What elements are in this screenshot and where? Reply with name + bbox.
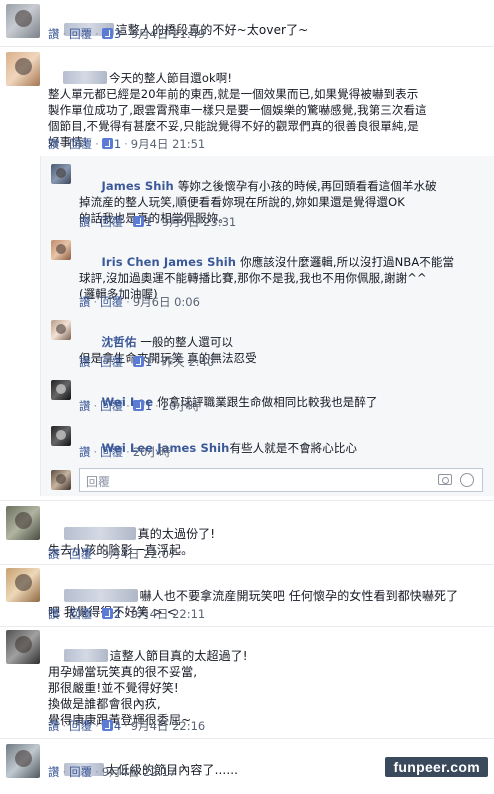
thumbs-up-icon: [132, 356, 144, 367]
reply-button[interactable]: 回覆: [100, 355, 123, 369]
avatar[interactable]: [51, 426, 71, 446]
avatar[interactable]: [51, 164, 71, 184]
comment-actions: 讚 · 回覆 · 1 · 9月4日 21:51: [48, 137, 206, 151]
reply-actions: 讚 · 回覆 · 1 · 9月5日 23:31: [79, 215, 237, 229]
my-avatar: [51, 470, 71, 490]
reply-actions: 讚 · 回覆 · 9月6日 0:06: [79, 295, 200, 309]
divider: [0, 626, 494, 627]
like-button[interactable]: 讚: [48, 27, 60, 41]
divider: [0, 564, 494, 565]
thumbs-up-icon: [101, 720, 113, 731]
reply-button[interactable]: 回覆: [69, 607, 92, 621]
reply-button[interactable]: 回覆: [69, 719, 92, 733]
like-count[interactable]: 1: [145, 355, 152, 369]
reply-placeholder: 回覆: [86, 475, 111, 489]
avatar[interactable]: [51, 240, 71, 260]
avatar[interactable]: [6, 52, 40, 86]
like-button[interactable]: 讚: [48, 607, 60, 621]
reply-text: 沈哲佑 一般的整人還可以 但是拿生命來開玩笑 真的無法忍受: [79, 335, 257, 365]
reply-button[interactable]: 回覆: [69, 137, 92, 151]
reply-actions: 讚 · 回覆 · 1 · 20小時: [79, 399, 200, 413]
timestamp[interactable]: 9月6日 0:06: [133, 295, 200, 309]
like-button[interactable]: 讚: [48, 719, 60, 733]
like-button[interactable]: 讚: [79, 445, 91, 459]
watermark: funpeer.com: [385, 757, 488, 777]
replier-name[interactable]: Iris Chen: [102, 255, 160, 269]
avatar[interactable]: [6, 506, 40, 540]
commenter-name[interactable]: [63, 527, 136, 540]
like-count[interactable]: 2: [114, 607, 121, 621]
commenter-name[interactable]: [63, 589, 138, 602]
like-count[interactable]: 1: [145, 215, 152, 229]
comment-actions: 讚 · 回覆 · 9月4日 22:17: [48, 765, 177, 779]
reply-button[interactable]: 回覆: [100, 215, 123, 229]
thumbs-up-icon: [132, 216, 144, 227]
commenter-name[interactable]: [63, 649, 108, 662]
comment-actions: 讚 · 回覆 · 4 · 9月4日 22:16: [48, 719, 206, 733]
comment-actions: 讚 · 回覆 · 9月4日 22:07: [48, 547, 177, 561]
reply-button[interactable]: 回覆: [69, 765, 92, 779]
emoji-icon[interactable]: [460, 473, 474, 487]
camera-icon[interactable]: [438, 474, 452, 485]
timestamp[interactable]: 9月4日 22:17: [102, 765, 176, 779]
thumbs-up-icon: [132, 400, 144, 411]
commenter-name[interactable]: [63, 71, 108, 84]
avatar[interactable]: [51, 380, 71, 400]
reply-text: James Shih 等妳之後懷孕有小孩的時候,再回頭看看這個羊水破 掉流産的整人…: [79, 179, 437, 225]
reply-button[interactable]: 回覆: [69, 27, 92, 41]
timestamp[interactable]: 9月4日 21:51: [131, 137, 205, 151]
divider: [0, 500, 494, 501]
comment-actions: 讚 · 回覆 · 2 · 9月4日 22:11: [48, 607, 206, 621]
avatar[interactable]: [6, 630, 40, 664]
like-button[interactable]: 讚: [79, 399, 91, 413]
like-button[interactable]: 讚: [48, 765, 60, 779]
reply-actions: 讚 · 回覆 · 1 · 昨天 2:40: [79, 355, 215, 369]
comment-thread: 這整人的橋段真的不好~太over了~ 讚 · 回覆 · 3 · 9月4日 21:49 今天的…: [0, 0, 494, 783]
avatar[interactable]: [6, 744, 40, 778]
reply-button[interactable]: 回覆: [100, 445, 123, 459]
reply-input[interactable]: 回覆: [79, 468, 483, 492]
reply-button[interactable]: 回覆: [100, 399, 123, 413]
replier-name[interactable]: James Shih: [102, 179, 174, 193]
thumbs-up-icon: [101, 138, 113, 149]
timestamp[interactable]: 9月4日 22:07: [102, 547, 176, 561]
thumbs-up-icon: [101, 608, 113, 619]
reply-button[interactable]: 回覆: [100, 295, 123, 309]
timestamp[interactable]: 9月5日 23:31: [162, 215, 236, 229]
avatar[interactable]: [51, 320, 71, 340]
timestamp[interactable]: 9月4日 22:16: [131, 719, 205, 733]
thumbs-up-icon: [101, 28, 113, 39]
reply-button[interactable]: 回覆: [69, 547, 92, 561]
like-button[interactable]: 讚: [48, 547, 60, 561]
like-button[interactable]: 讚: [79, 295, 91, 309]
timestamp[interactable]: 9月4日 22:11: [131, 607, 205, 621]
like-count[interactable]: 3: [114, 27, 121, 41]
mentioned-name[interactable]: James Shih: [164, 255, 236, 269]
like-button[interactable]: 讚: [79, 355, 91, 369]
like-button[interactable]: 讚: [79, 215, 91, 229]
avatar[interactable]: [6, 568, 40, 602]
like-count[interactable]: 4: [114, 719, 121, 733]
like-button[interactable]: 讚: [48, 137, 60, 151]
divider: [0, 738, 494, 739]
reply-actions: 讚 · 回覆 · 20小時: [79, 445, 171, 459]
reply-thread: James Shih 等妳之後懷孕有小孩的時候,再回頭看看這個羊水破 掉流産的整人…: [40, 156, 494, 496]
timestamp[interactable]: 9月4日 21:49: [131, 27, 205, 41]
comment-actions: 讚 · 回覆 · 3 · 9月4日 21:49: [48, 27, 206, 41]
like-count[interactable]: 1: [114, 137, 121, 151]
like-count[interactable]: 1: [145, 399, 152, 413]
replier-name[interactable]: 沈哲佑: [102, 335, 137, 349]
timestamp[interactable]: 20小時: [162, 399, 200, 413]
divider: [0, 46, 494, 47]
timestamp[interactable]: 昨天 2:40: [162, 355, 214, 369]
avatar[interactable]: [6, 4, 40, 38]
timestamp[interactable]: 20小時: [133, 445, 171, 459]
